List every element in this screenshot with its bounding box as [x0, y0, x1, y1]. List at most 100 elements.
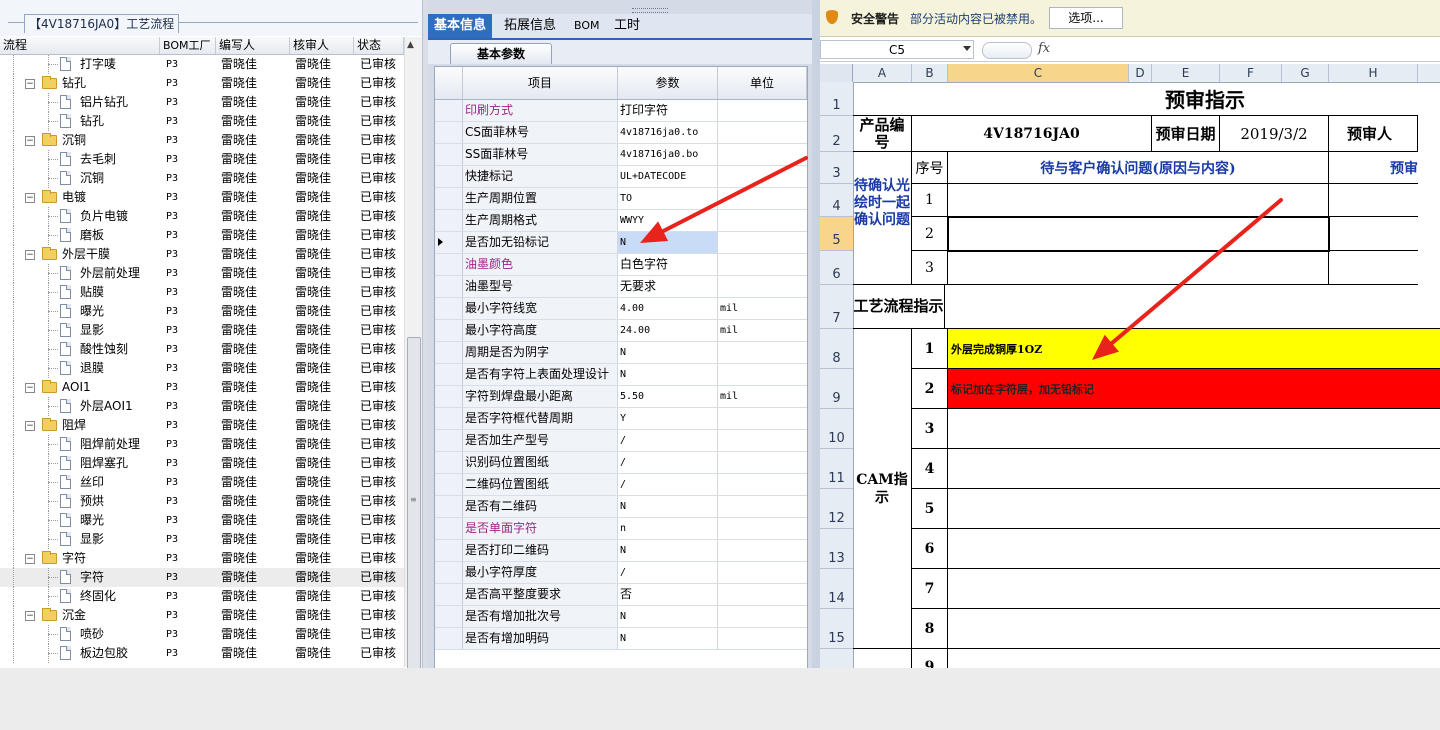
row-selector[interactable]: [435, 496, 463, 517]
column-header-f[interactable]: F: [1220, 64, 1282, 82]
scrollbar-thumb[interactable]: ≡: [407, 337, 421, 668]
question-content-cell[interactable]: [948, 184, 1329, 217]
tree-row[interactable]: 贴膜 P3 雷晓佳 雷晓佳 已审核: [0, 283, 404, 302]
parameter-value[interactable]: 打印字符: [618, 100, 718, 121]
row-selector[interactable]: [435, 188, 463, 209]
column-header-status[interactable]: 状态: [354, 37, 404, 54]
parameter-value[interactable]: /: [618, 430, 718, 451]
collapse-toggle-icon[interactable]: −: [25, 193, 35, 203]
row-header-15[interactable]: 15: [820, 609, 853, 649]
row-selector[interactable]: [435, 166, 463, 187]
cam-content-cell[interactable]: [948, 649, 1440, 668]
parameter-row[interactable]: 油墨颜色 白色字符: [435, 254, 807, 276]
column-header-unit[interactable]: 单位: [718, 67, 807, 99]
tree-row[interactable]: 沉铜 P3 雷晓佳 雷晓佳 已审核: [0, 169, 404, 188]
parameter-value[interactable]: 4v18716ja0.bo: [618, 144, 718, 165]
cam-content-cell[interactable]: [948, 409, 1440, 449]
row-selector[interactable]: [435, 320, 463, 341]
parameter-value[interactable]: n: [618, 518, 718, 539]
tree-group-row[interactable]: − 阻焊 P3 雷晓佳 雷晓佳 已审核: [0, 416, 404, 435]
parameter-value[interactable]: N: [618, 540, 718, 561]
confirm-issues-label[interactable]: 待确认光绘时一起确认问题: [853, 152, 912, 285]
parameter-value[interactable]: N: [618, 232, 718, 253]
tree-row[interactable]: 字符 P3 雷晓佳 雷晓佳 已审核: [0, 568, 404, 587]
tree-row[interactable]: 外层前处理 P3 雷晓佳 雷晓佳 已审核: [0, 264, 404, 283]
tree-row[interactable]: 曝光 P3 雷晓佳 雷晓佳 已审核: [0, 302, 404, 321]
tree-row[interactable]: 外层AOI1 P3 雷晓佳 雷晓佳 已审核: [0, 397, 404, 416]
tree-row[interactable]: 阻焊前处理 P3 雷晓佳 雷晓佳 已审核: [0, 435, 404, 454]
collapse-toggle-icon[interactable]: −: [25, 136, 35, 146]
row-selector[interactable]: [435, 342, 463, 363]
cam-seq-cell[interactable]: 5: [912, 489, 948, 529]
column-header-h[interactable]: H: [1329, 64, 1418, 82]
parameter-row[interactable]: 是否有增加批次号 N: [435, 606, 807, 628]
tree-row[interactable]: 预烘 P3 雷晓佳 雷晓佳 已审核: [0, 492, 404, 511]
row-selector[interactable]: [435, 584, 463, 605]
parameter-row[interactable]: 最小字符高度 24.00 mil: [435, 320, 807, 342]
parameter-value[interactable]: N: [618, 342, 718, 363]
row-selector[interactable]: [435, 430, 463, 451]
cam-seq-cell[interactable]: 6: [912, 529, 948, 569]
tree-row[interactable]: 丝印 P3 雷晓佳 雷晓佳 已审核: [0, 473, 404, 492]
options-button[interactable]: 选项...: [1049, 7, 1123, 29]
column-header-value[interactable]: 参数: [618, 67, 718, 99]
cam-content-cell[interactable]: 外层完成铜厚1OZ: [948, 329, 1440, 369]
row-selector[interactable]: [435, 364, 463, 385]
parameter-row[interactable]: SS面菲林号 4v18716ja0.bo: [435, 144, 807, 166]
chevron-down-icon[interactable]: [963, 46, 971, 51]
row-selector[interactable]: [435, 232, 463, 253]
cam-seq-cell[interactable]: 4: [912, 449, 948, 489]
column-header-d[interactable]: D: [1129, 64, 1152, 82]
parameter-value[interactable]: 无要求: [618, 276, 718, 297]
row-selector[interactable]: [435, 254, 463, 275]
column-header-g[interactable]: G: [1282, 64, 1329, 82]
cam-content-cell[interactable]: [948, 609, 1440, 649]
tree-group-row[interactable]: − 字符 P3 雷晓佳 雷晓佳 已审核: [0, 549, 404, 568]
row-selector[interactable]: [435, 606, 463, 627]
panel-grip-icon[interactable]: [632, 8, 668, 13]
row-header-3[interactable]: 3: [820, 152, 853, 184]
parameter-value[interactable]: 4v18716ja0.to: [618, 122, 718, 143]
cam-seq-cell[interactable]: 2: [912, 369, 948, 409]
tree-row[interactable]: 负片电镀 P3 雷晓佳 雷晓佳 已审核: [0, 207, 404, 226]
row-selector[interactable]: [435, 474, 463, 495]
tree-group-row[interactable]: − 沉铜 P3 雷晓佳 雷晓佳 已审核: [0, 131, 404, 150]
tab-basic-params[interactable]: 基本参数: [450, 43, 552, 64]
question-pre-cell[interactable]: [1329, 184, 1418, 217]
parameter-row[interactable]: 识别码位置图纸 /: [435, 452, 807, 474]
parameter-value[interactable]: N: [618, 606, 718, 627]
sheet-title[interactable]: 预审指示: [853, 82, 1418, 116]
question-header[interactable]: 待与客户确认问题(原因与内容): [948, 152, 1329, 184]
tree-group-row[interactable]: − AOI1 P3 雷晓佳 雷晓佳 已审核: [0, 378, 404, 397]
tab-basic-info[interactable]: 基本信息: [428, 14, 493, 38]
tab-bom[interactable]: BOM: [568, 14, 606, 38]
parameter-row[interactable]: 生产周期位置 TO: [435, 188, 807, 210]
parameter-row[interactable]: 快捷标记 UL+DATECODE: [435, 166, 807, 188]
parameter-row[interactable]: CS面菲林号 4v18716ja0.to: [435, 122, 807, 144]
column-header-item[interactable]: 项目: [463, 67, 618, 99]
cam-content-cell[interactable]: 标记加在字符层，加无铅标记: [948, 369, 1440, 409]
row-selector[interactable]: [435, 628, 463, 649]
row-selector[interactable]: [435, 452, 463, 473]
parameter-value[interactable]: 白色字符: [618, 254, 718, 275]
tree-row[interactable]: 喷砂 P3 雷晓佳 雷晓佳 已审核: [0, 625, 404, 644]
row-header-1[interactable]: 1: [820, 82, 853, 116]
cam-label-continuation[interactable]: [853, 649, 912, 668]
parameter-value[interactable]: /: [618, 452, 718, 473]
collapse-toggle-icon[interactable]: −: [25, 554, 35, 564]
cam-seq-cell[interactable]: 1: [912, 329, 948, 369]
question-content-cell[interactable]: [948, 251, 1329, 285]
cam-content-cell[interactable]: [948, 449, 1440, 489]
parameter-value[interactable]: WWYY: [618, 210, 718, 231]
formula-expand-control[interactable]: [982, 42, 1032, 59]
row-header-14[interactable]: 14: [820, 569, 853, 609]
tree-row[interactable]: 酸性蚀刻 P3 雷晓佳 雷晓佳 已审核: [0, 340, 404, 359]
right-splitter[interactable]: [812, 0, 820, 668]
column-header-process[interactable]: 流程: [0, 37, 160, 54]
column-header-e[interactable]: E: [1152, 64, 1220, 82]
tree-row[interactable]: 显影 P3 雷晓佳 雷晓佳 已审核: [0, 321, 404, 340]
function-icon[interactable]: fx: [1038, 41, 1050, 56]
tree-row[interactable]: 磨板 P3 雷晓佳 雷晓佳 已审核: [0, 226, 404, 245]
column-header-a[interactable]: A: [853, 64, 912, 82]
row-selector[interactable]: [435, 562, 463, 583]
